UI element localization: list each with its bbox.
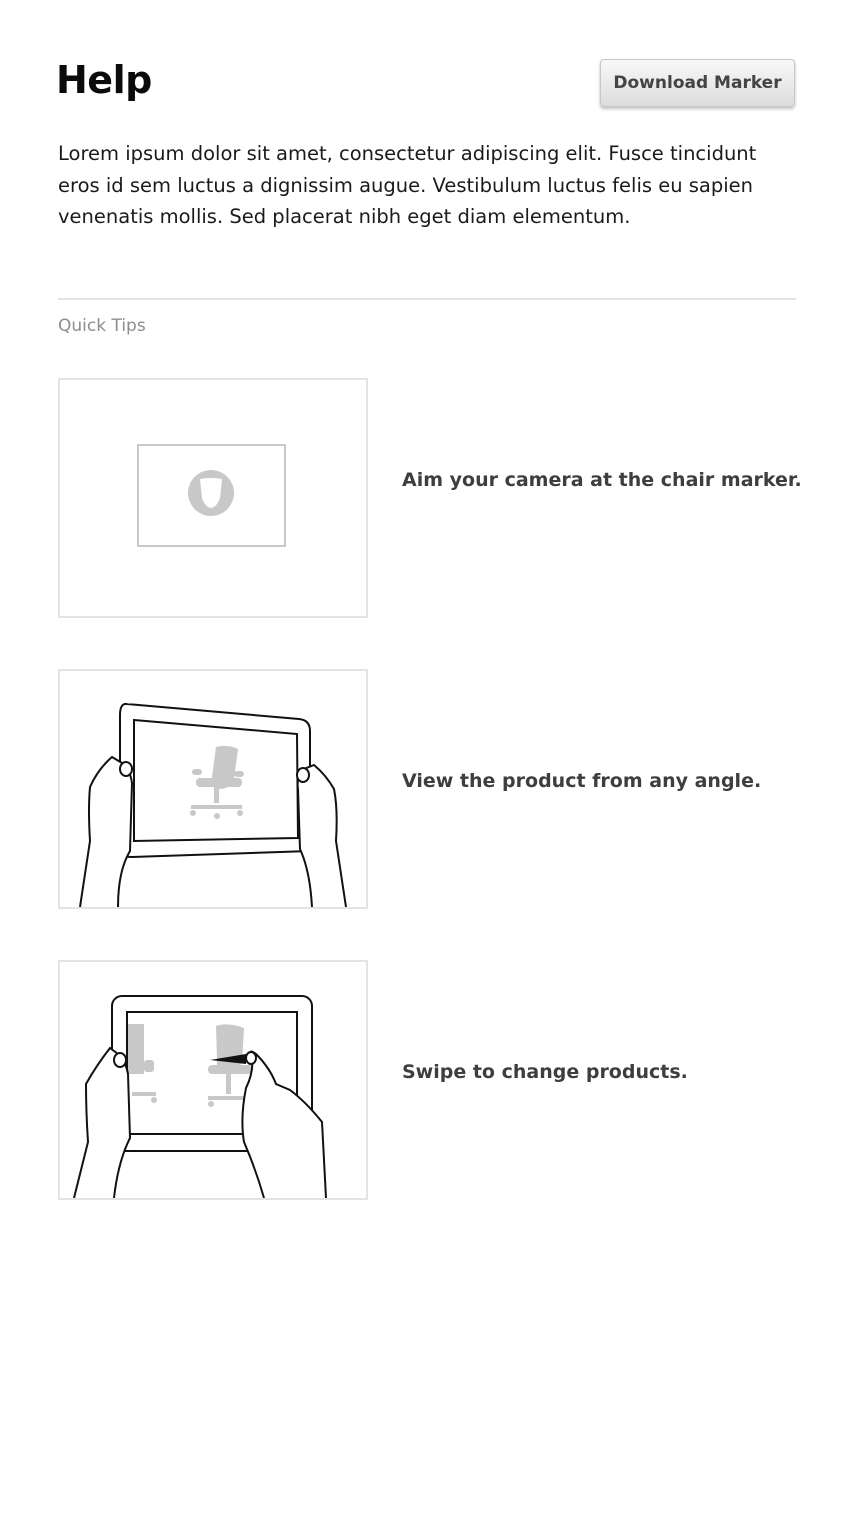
chair-marker-icon — [137, 444, 286, 547]
tip-illustration-view — [58, 669, 368, 909]
intro-paragraph: Lorem ipsum dolor sit amet, consectetur … — [58, 142, 757, 228]
hands-holding-tablet-icon — [79, 702, 347, 907]
tip-illustration-marker — [58, 378, 368, 618]
tip-text: Swipe to change products. — [402, 1061, 688, 1083]
tip-text: View the product from any angle. — [402, 770, 762, 792]
divider — [58, 298, 796, 300]
tip-illustration-swipe — [58, 960, 368, 1200]
swipe-gesture-icon — [73, 995, 327, 1198]
page-title: Help — [56, 58, 152, 102]
download-marker-button[interactable]: Download Marker — [600, 59, 795, 107]
quick-tips-label: Quick Tips — [58, 316, 146, 336]
tip-text: Aim your camera at the chair marker. — [402, 469, 802, 491]
